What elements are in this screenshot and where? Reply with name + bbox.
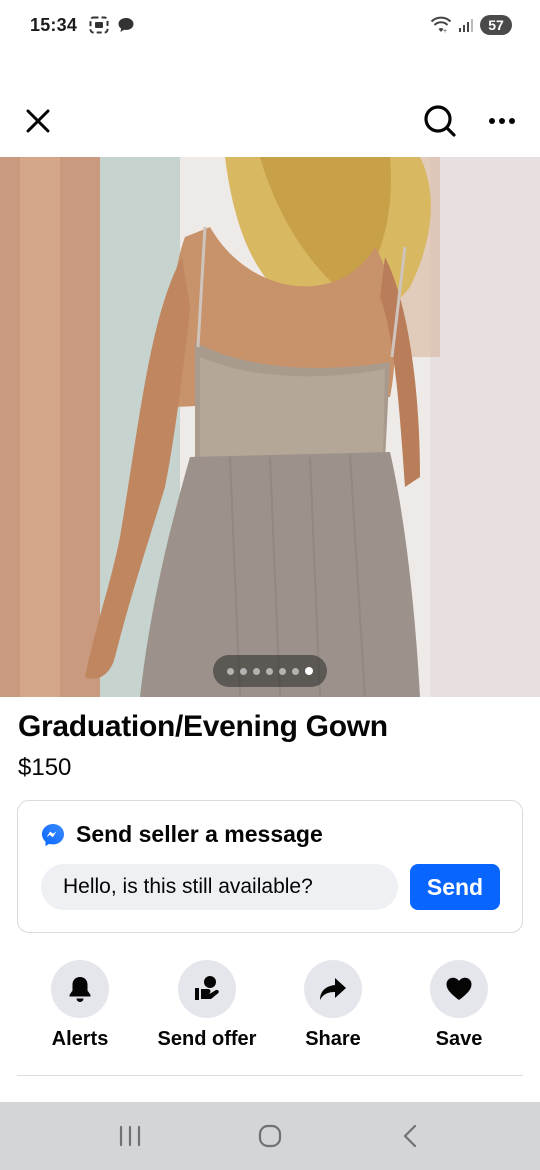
heart-icon: [446, 977, 472, 1000]
close-icon: [26, 109, 50, 133]
send-offer-label: Send offer: [157, 1028, 257, 1050]
more-icon: [489, 118, 515, 124]
pager-dot: [240, 667, 247, 675]
message-seller-card: Send seller a message Send: [17, 800, 523, 933]
gown-photo-illustration: [0, 157, 540, 697]
back-icon: [403, 1124, 417, 1148]
bell-icon: [69, 977, 91, 1002]
home-button[interactable]: [240, 1111, 300, 1161]
pager-dot: [266, 667, 273, 675]
share-circle: [304, 960, 362, 1018]
pager-dot: [279, 667, 286, 675]
pager-dot: [253, 667, 260, 675]
status-right: + 57: [430, 15, 512, 35]
listing-price: $150: [18, 754, 72, 781]
more-button[interactable]: [482, 101, 522, 141]
status-bar: 15:34 + 57: [0, 0, 540, 50]
app-bar: [0, 88, 540, 154]
offer-icon: [195, 976, 219, 1000]
svg-text:+: +: [443, 28, 447, 34]
status-notification-icons: [89, 16, 135, 34]
alerts-button[interactable]: Alerts: [20, 960, 140, 1051]
recents-icon: [119, 1125, 141, 1147]
battery-level: 57: [480, 15, 512, 35]
search-icon: [424, 105, 456, 137]
wifi-icon: +: [430, 16, 452, 34]
action-row: Alerts Send offer Share Save: [0, 960, 540, 1060]
photo-pager[interactable]: [213, 655, 327, 687]
pager-dot: [292, 667, 299, 675]
signal-icon: [459, 19, 473, 32]
send-button[interactable]: Send: [410, 864, 500, 910]
alerts-label: Alerts: [51, 1028, 109, 1050]
status-time: 15:34: [30, 14, 78, 35]
message-heading: Send seller a message: [76, 821, 323, 847]
close-button[interactable]: [18, 101, 58, 141]
chat-bubble-icon: [118, 18, 134, 32]
messenger-icon: [42, 823, 64, 846]
save-button[interactable]: Save: [399, 960, 519, 1051]
recents-button[interactable]: [100, 1111, 160, 1161]
send-offer-button[interactable]: Send offer: [147, 960, 267, 1051]
save-label: Save: [435, 1028, 483, 1050]
share-icon: [320, 978, 346, 1000]
back-button[interactable]: [380, 1111, 440, 1161]
alerts-circle: [51, 960, 109, 1018]
share-label: Share: [305, 1028, 361, 1050]
listing-photo[interactable]: [0, 157, 540, 697]
message-input[interactable]: [41, 864, 398, 910]
screenshot-icon: [89, 16, 109, 34]
message-header: Send seller a message: [40, 821, 323, 848]
send-offer-circle: [178, 960, 236, 1018]
save-circle: [430, 960, 488, 1018]
search-button[interactable]: [420, 101, 460, 141]
home-icon: [258, 1124, 282, 1148]
share-button[interactable]: Share: [273, 960, 393, 1051]
pager-dot-active: [305, 667, 313, 675]
section-divider: [17, 1075, 523, 1076]
listing-title: Graduation/Evening Gown: [18, 710, 388, 743]
system-nav-bar: [0, 1102, 540, 1170]
pager-dot: [227, 667, 234, 675]
